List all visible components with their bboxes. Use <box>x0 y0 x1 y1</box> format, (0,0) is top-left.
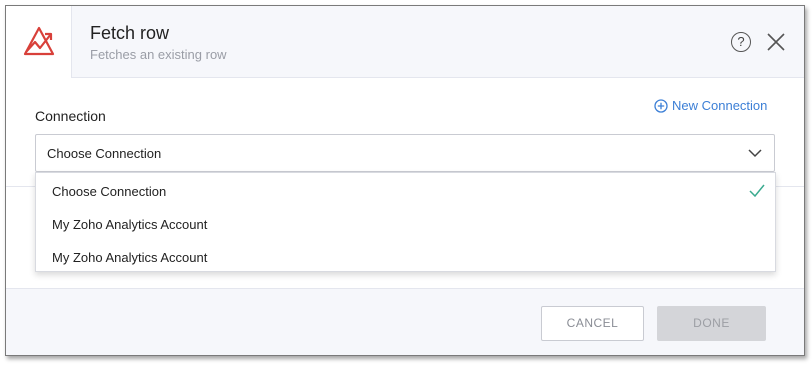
plus-circle-icon <box>654 98 668 113</box>
app-logo <box>6 6 72 78</box>
dropdown-item-label: My Zoho Analytics Account <box>52 217 208 232</box>
new-connection-label: New Connection <box>672 98 768 113</box>
fetch-row-dialog: Fetch row Fetches an existing row ? Conn… <box>5 5 805 356</box>
close-icon[interactable] <box>766 32 786 52</box>
page-title: Fetch row <box>90 23 170 43</box>
dropdown-item-zoho-account-1[interactable]: My Zoho Analytics Account <box>36 208 775 241</box>
page-subtitle: Fetches an existing row <box>90 47 227 62</box>
connection-select[interactable]: Choose Connection <box>35 134 775 172</box>
dropdown-item-label: Choose Connection <box>52 184 167 199</box>
done-button[interactable]: DONE <box>657 306 766 341</box>
new-connection-link[interactable]: New Connection <box>654 98 767 113</box>
dropdown-item-label: My Zoho Analytics Account <box>52 250 208 265</box>
chevron-down-icon <box>748 149 762 158</box>
zoho-analytics-logo-icon <box>23 26 55 56</box>
dropdown-item-zoho-account-2[interactable]: My Zoho Analytics Account <box>36 241 775 274</box>
dropdown-item-choose-connection[interactable]: Choose Connection <box>36 175 775 208</box>
connection-label: Connection <box>35 108 106 124</box>
dialog-footer: CANCEL DONE <box>6 289 804 355</box>
dialog-header: Fetch row Fetches an existing row ? <box>6 6 804 78</box>
checkmark-icon <box>749 184 765 197</box>
connection-select-value: Choose Connection <box>47 146 162 161</box>
cancel-button[interactable]: CANCEL <box>541 306 644 341</box>
connection-dropdown-menu: Choose Connection My Zoho Analytics Acco… <box>35 172 776 272</box>
help-icon[interactable]: ? <box>731 32 751 52</box>
